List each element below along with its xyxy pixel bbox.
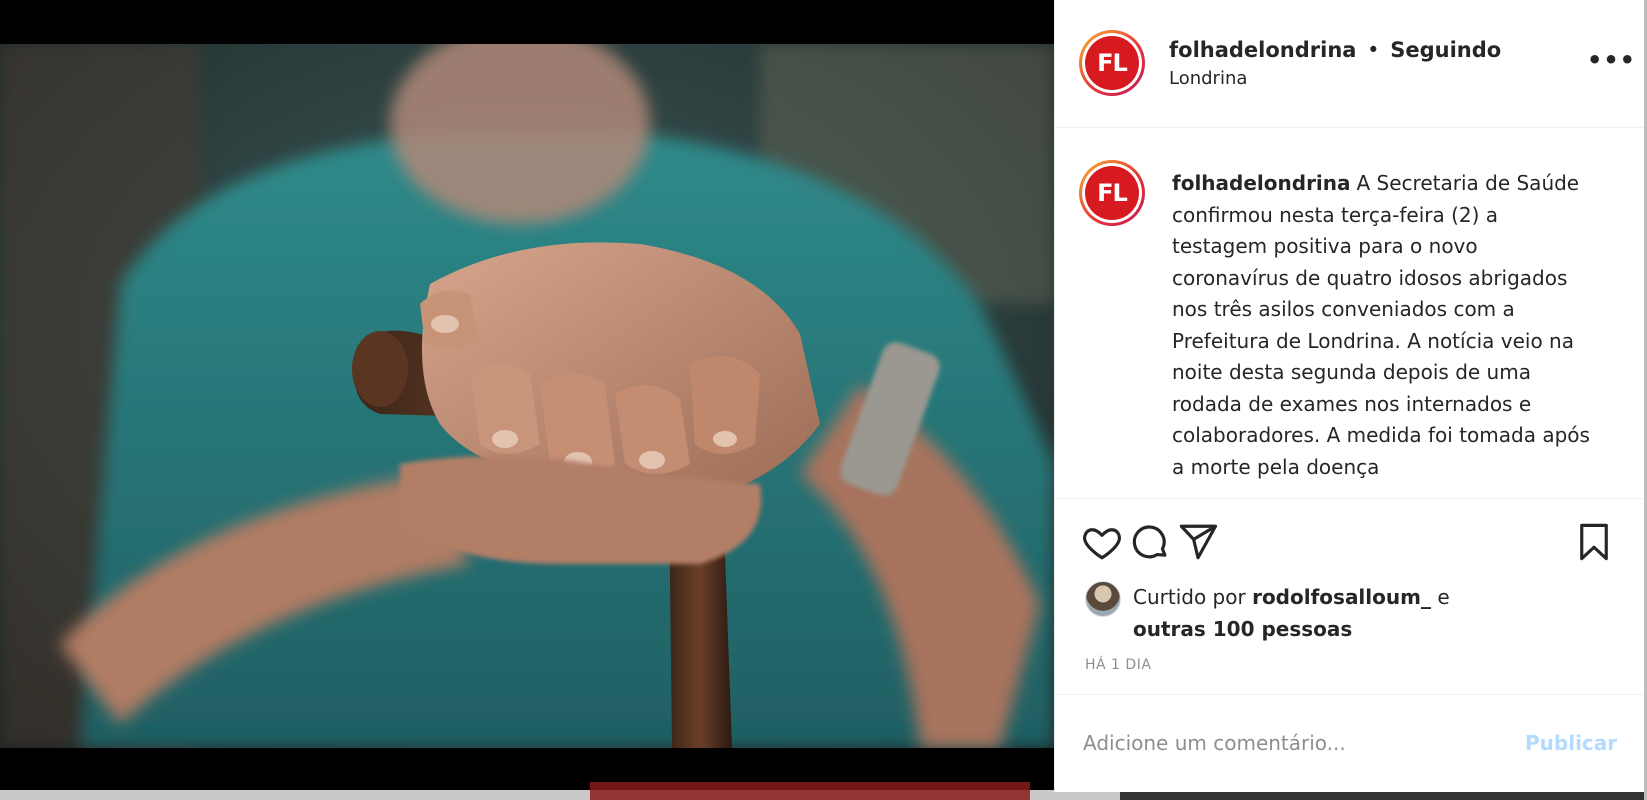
- header-username-link[interactable]: folhadelondrina: [1169, 38, 1356, 62]
- publish-button[interactable]: Publicar: [1525, 731, 1617, 755]
- comment-input[interactable]: [1083, 725, 1503, 761]
- separator-dot: •: [1367, 38, 1380, 62]
- post-caption: FL folhadelondrina A Secretaria de Saúde …: [1055, 128, 1645, 498]
- post-media: [0, 0, 1054, 800]
- more-options-icon[interactable]: •••: [1587, 46, 1636, 74]
- likes-summary: Curtido por rodolfosalloum_ e outras 100…: [1085, 579, 1605, 641]
- avatar-logo: FL: [1085, 166, 1139, 220]
- likes-others-link[interactable]: outras 100 pessoas: [1133, 617, 1352, 641]
- post-details-panel: FL folhadelondrina • Seguindo Londrina •…: [1054, 0, 1645, 792]
- caption-avatar[interactable]: FL: [1079, 160, 1145, 226]
- elderly-hands-on-cane-photo: [0, 44, 1054, 748]
- bookmark-icon[interactable]: [1571, 519, 1617, 565]
- post-header: FL folhadelondrina • Seguindo Londrina •…: [1055, 0, 1645, 128]
- location-link[interactable]: Londrina: [1169, 68, 1247, 89]
- comment-icon[interactable]: [1127, 519, 1173, 565]
- likes-prefix: Curtido por: [1133, 585, 1246, 609]
- send-icon[interactable]: [1175, 519, 1221, 565]
- avatar-ring: FL: [1082, 163, 1142, 223]
- following-button[interactable]: Seguindo: [1390, 38, 1501, 62]
- liker-avatar[interactable]: [1085, 581, 1121, 617]
- caption-body: A Secretaria de Saúde confirmou nesta te…: [1172, 171, 1590, 479]
- background-headline-fragment: [590, 782, 1030, 800]
- caption-username-link[interactable]: folhadelondrina: [1172, 171, 1351, 195]
- header-user-line: folhadelondrina • Seguindo: [1169, 38, 1501, 62]
- post-photo[interactable]: [0, 44, 1054, 748]
- add-comment-form: Publicar: [1055, 694, 1645, 792]
- avatar-logo: FL: [1085, 36, 1139, 90]
- heart-icon[interactable]: [1079, 519, 1125, 565]
- likes-line: Curtido por rodolfosalloum_ e: [1133, 585, 1450, 609]
- profile-avatar[interactable]: FL: [1079, 30, 1145, 96]
- post-actions: Curtido por rodolfosalloum_ e outras 100…: [1055, 498, 1645, 694]
- likes-conjunction: e: [1437, 585, 1450, 609]
- post-timestamp[interactable]: HÁ 1 DIA: [1085, 657, 1151, 673]
- liker-username-link[interactable]: rodolfosalloum_: [1252, 585, 1431, 609]
- caption-text: folhadelondrina A Secretaria de Saúde con…: [1172, 168, 1592, 483]
- avatar-ring: FL: [1082, 33, 1142, 93]
